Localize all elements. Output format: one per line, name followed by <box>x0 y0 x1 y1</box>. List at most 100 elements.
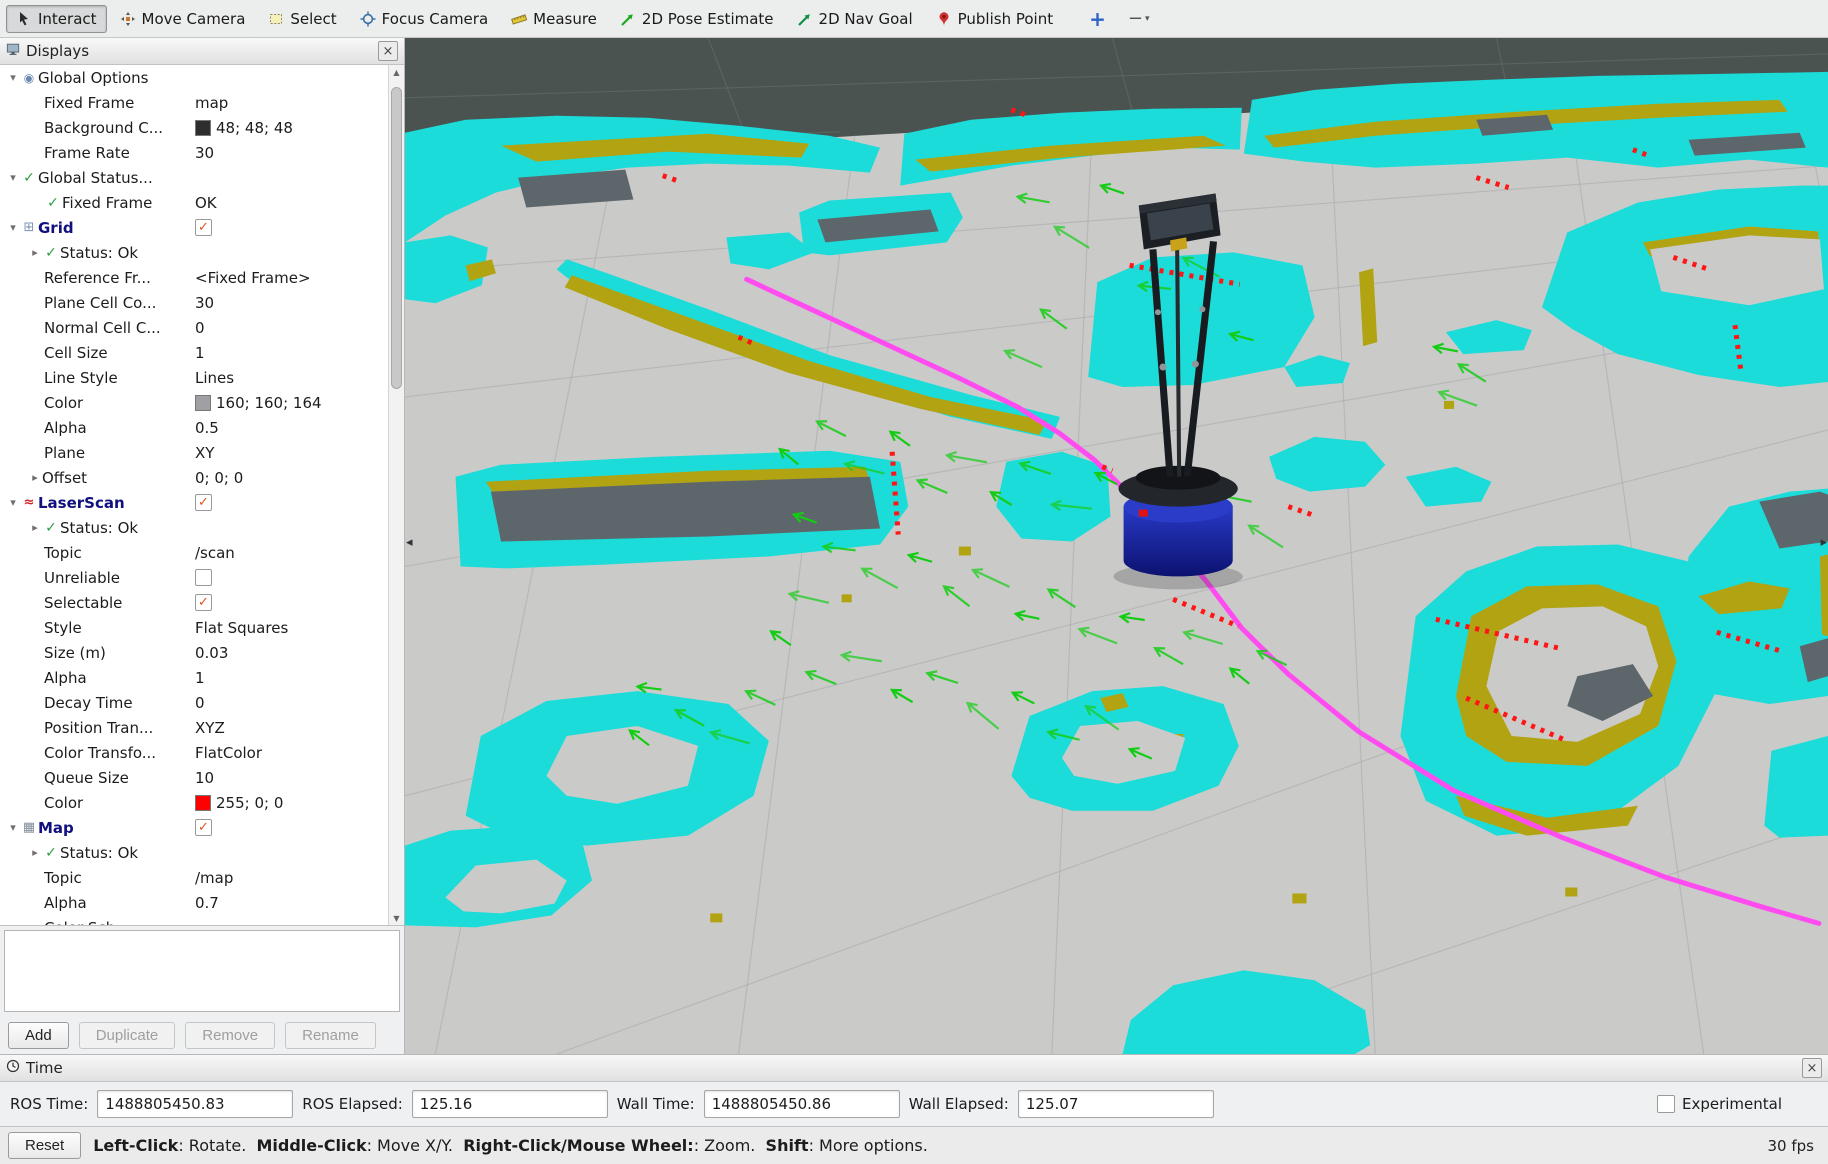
expander-down-icon[interactable]: ▾ <box>6 72 20 83</box>
tree-row[interactable]: Color Sch... <box>0 915 388 925</box>
experimental-checkbox[interactable] <box>1657 1095 1675 1113</box>
viewport-3d[interactable]: ◂ ▸ <box>405 38 1828 1054</box>
tree-row[interactable]: Queue Size10 <box>0 765 388 790</box>
add-tool-button[interactable]: + <box>1080 6 1115 32</box>
remove-tool-button[interactable]: − ▾ <box>1123 7 1155 30</box>
displays-close-button[interactable]: × <box>378 41 398 61</box>
tree-row[interactable]: Line StyleLines <box>0 365 388 390</box>
tree-scrollbar[interactable]: ▲ ▼ <box>388 65 404 925</box>
tree-row[interactable]: Color255; 0; 0 <box>0 790 388 815</box>
expander-down-icon[interactable]: ▾ <box>6 822 20 833</box>
scroll-up-icon[interactable]: ▲ <box>389 65 404 79</box>
expander-right-icon[interactable]: ▸ <box>28 472 42 483</box>
property-value[interactable]: /map <box>195 869 386 887</box>
property-value[interactable]: 1 <box>195 669 386 687</box>
expander-down-icon[interactable]: ▾ <box>6 222 20 233</box>
property-value[interactable]: OK <box>195 194 386 212</box>
property-value[interactable] <box>195 569 386 586</box>
expander-right-icon[interactable]: ▸ <box>28 522 42 533</box>
property-value[interactable]: 160; 160; 164 <box>195 394 386 412</box>
property-value[interactable]: Lines <box>195 369 386 387</box>
tree-row[interactable]: ▾✓Global Status... <box>0 165 388 190</box>
reset-button[interactable]: Reset <box>8 1132 81 1159</box>
property-value[interactable]: 0; 0; 0 <box>195 469 386 487</box>
expander-right-icon[interactable]: ▸ <box>28 847 42 858</box>
tool-select-button[interactable]: Select <box>258 5 346 33</box>
property-value[interactable]: Flat Squares <box>195 619 386 637</box>
tree-row[interactable]: ✓Fixed FrameOK <box>0 190 388 215</box>
enable-checkbox[interactable]: ✓ <box>195 594 212 611</box>
tree-row[interactable]: ▸✓Status: Ok <box>0 240 388 265</box>
property-value[interactable]: 10 <box>195 769 386 787</box>
wall-elapsed-input[interactable]: 125.07 <box>1018 1090 1214 1118</box>
displays-panel-header[interactable]: Displays × <box>0 38 404 65</box>
tool-measure-button[interactable]: Measure <box>501 5 607 33</box>
tool-interact-button[interactable]: Interact <box>6 5 107 33</box>
property-value[interactable]: XY <box>195 444 386 462</box>
scrollbar-thumb[interactable] <box>391 87 402 389</box>
tree-row[interactable]: Color160; 160; 164 <box>0 390 388 415</box>
property-value[interactable]: 0 <box>195 319 386 337</box>
property-value[interactable]: ✓ <box>195 819 386 836</box>
property-value[interactable]: 1 <box>195 344 386 362</box>
property-value[interactable]: ✓ <box>195 494 386 511</box>
wall-time-input[interactable]: 1488805450.86 <box>704 1090 900 1118</box>
tool-nav-goal-button[interactable]: 2D Nav Goal <box>787 5 923 33</box>
add-button[interactable]: Add <box>8 1022 69 1049</box>
property-value[interactable]: XYZ <box>195 719 386 737</box>
tool-move-camera-button[interactable]: Move Camera <box>110 5 256 33</box>
expander-down-icon[interactable]: ▾ <box>6 172 20 183</box>
scrollbar-track[interactable] <box>389 79 404 911</box>
property-value[interactable]: /scan <box>195 544 386 562</box>
tree-row[interactable]: Topic/scan <box>0 540 388 565</box>
property-value[interactable]: 30 <box>195 144 386 162</box>
tree-row[interactable]: ▸✓Status: Ok <box>0 515 388 540</box>
tree-row[interactable]: Unreliable <box>0 565 388 590</box>
tree-row[interactable]: Background C...48; 48; 48 <box>0 115 388 140</box>
tree-row[interactable]: ▾◉Global Options <box>0 65 388 90</box>
property-value[interactable]: map <box>195 94 386 112</box>
duplicate-button[interactable]: Duplicate <box>79 1022 176 1049</box>
tree-row[interactable]: Frame Rate30 <box>0 140 388 165</box>
tree-row[interactable]: Plane Cell Co...30 <box>0 290 388 315</box>
expander-right-icon[interactable]: ▸ <box>28 247 42 258</box>
tree-row[interactable]: Alpha1 <box>0 665 388 690</box>
tree-row[interactable]: ▸✓Status: Ok <box>0 840 388 865</box>
ros-elapsed-input[interactable]: 125.16 <box>412 1090 608 1118</box>
property-value[interactable]: 0 <box>195 694 386 712</box>
tree-row[interactable]: ▸Offset0; 0; 0 <box>0 465 388 490</box>
property-value[interactable]: ✓ <box>195 219 386 236</box>
property-value[interactable]: 0.5 <box>195 419 386 437</box>
tree-row[interactable]: Size (m)0.03 <box>0 640 388 665</box>
tree-row[interactable]: Topic/map <box>0 865 388 890</box>
panel-collapse-left-icon[interactable]: ◂ <box>406 536 413 549</box>
enable-checkbox[interactable] <box>195 569 212 586</box>
tool-publish-point-button[interactable]: Publish Point <box>926 5 1063 33</box>
tree-row[interactable]: Decay Time0 <box>0 690 388 715</box>
tool-focus-camera-button[interactable]: Focus Camera <box>350 5 498 33</box>
tree-row[interactable]: ▾▦Map✓ <box>0 815 388 840</box>
tree-row[interactable]: ▾⊞Grid✓ <box>0 215 388 240</box>
property-value[interactable]: ✓ <box>195 594 386 611</box>
enable-checkbox[interactable]: ✓ <box>195 219 212 236</box>
tree-row[interactable]: Normal Cell C...0 <box>0 315 388 340</box>
panel-collapse-right-icon[interactable]: ▸ <box>1820 536 1827 549</box>
property-value[interactable]: 0.03 <box>195 644 386 662</box>
tree-row[interactable]: StyleFlat Squares <box>0 615 388 640</box>
tool-pose-estimate-button[interactable]: 2D Pose Estimate <box>610 5 784 33</box>
property-value[interactable]: 30 <box>195 294 386 312</box>
enable-checkbox[interactable]: ✓ <box>195 494 212 511</box>
time-panel-header[interactable]: Time × <box>0 1055 1828 1082</box>
tree-row[interactable]: Cell Size1 <box>0 340 388 365</box>
time-close-button[interactable]: × <box>1802 1058 1822 1078</box>
rename-button[interactable]: Rename <box>285 1022 376 1049</box>
enable-checkbox[interactable]: ✓ <box>195 819 212 836</box>
expander-down-icon[interactable]: ▾ <box>6 497 20 508</box>
tree-row[interactable]: Fixed Framemap <box>0 90 388 115</box>
remove-button[interactable]: Remove <box>185 1022 275 1049</box>
property-value[interactable]: FlatColor <box>195 744 386 762</box>
tree-row[interactable]: Reference Fr...<Fixed Frame> <box>0 265 388 290</box>
ros-time-input[interactable]: 1488805450.83 <box>97 1090 293 1118</box>
tree-row[interactable]: Position Tran...XYZ <box>0 715 388 740</box>
tree-row[interactable]: Alpha0.5 <box>0 415 388 440</box>
